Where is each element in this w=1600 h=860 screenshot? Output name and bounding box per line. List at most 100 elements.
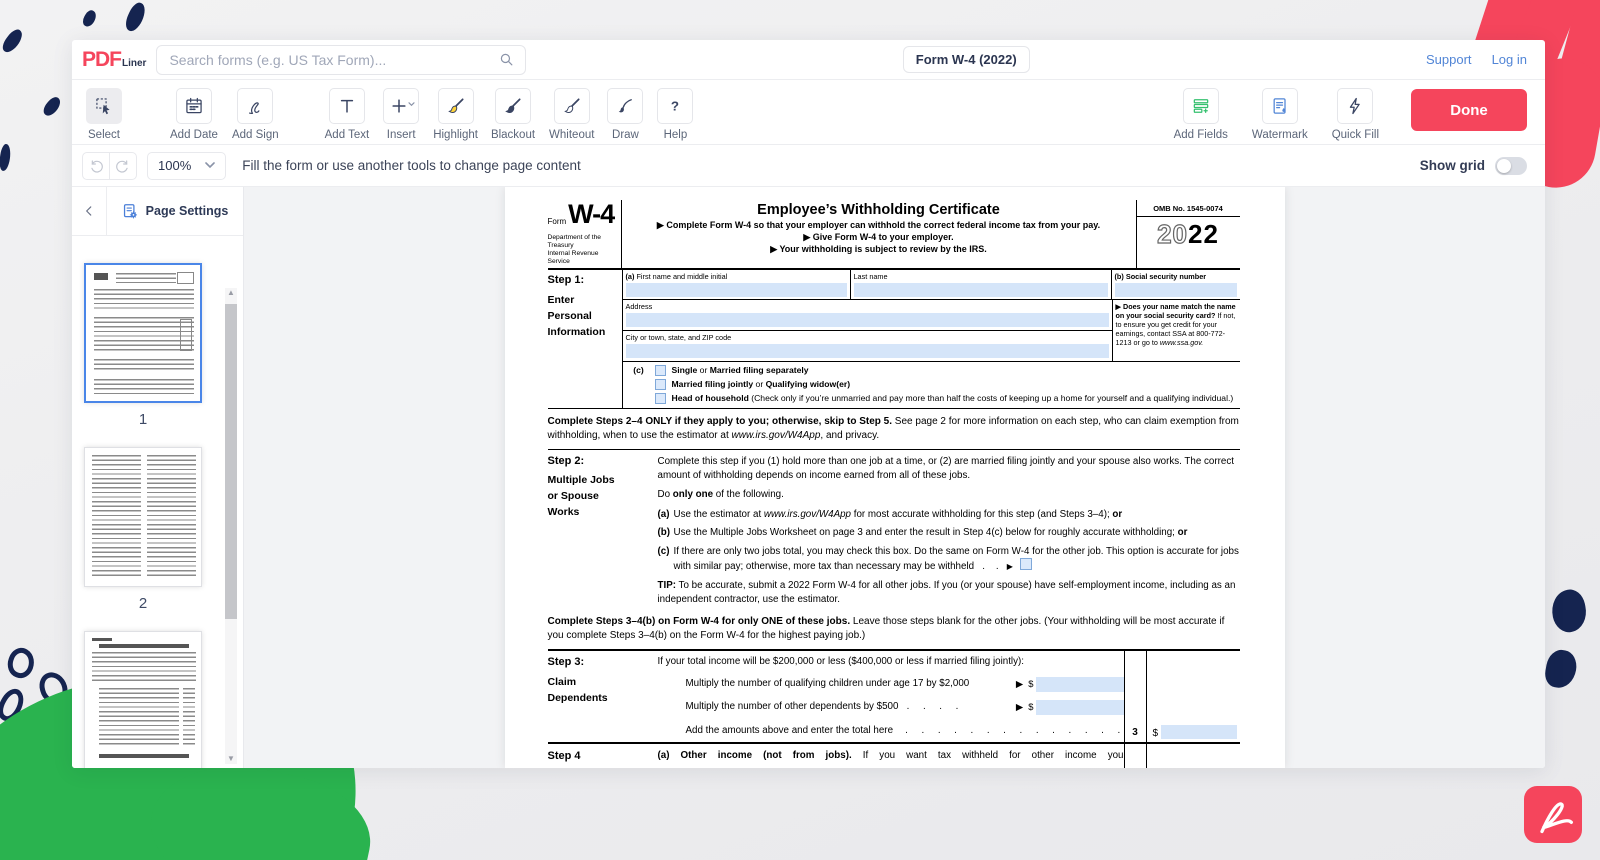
insert-button[interactable]: [383, 88, 419, 124]
first-name-field[interactable]: [626, 283, 847, 297]
other-dependents-amount-field[interactable]: [1036, 700, 1124, 715]
ssn-cell: (b) Social security number: [1112, 270, 1240, 299]
desktop-background: PDF Liner Form W-4 (2022) Support Log in: [0, 0, 1600, 860]
last-name-field[interactable]: [854, 283, 1108, 297]
tool-add-text[interactable]: Add Text: [325, 88, 370, 141]
step4-section: Step 4 (a) Other income (not from jobs).…: [548, 744, 1240, 769]
thumb-decor: [94, 379, 194, 395]
pdfliner-logo[interactable]: PDF Liner: [82, 49, 146, 70]
page-thumbnail-1[interactable]: [84, 263, 202, 403]
quick-fill-button[interactable]: [1337, 88, 1373, 124]
brush-black-icon: [503, 96, 523, 116]
support-link[interactable]: Support: [1426, 52, 1472, 67]
tool-help[interactable]: ? Help: [657, 88, 693, 141]
page-thumbnail-3[interactable]: [84, 631, 202, 768]
search-input[interactable]: [167, 51, 498, 69]
tool-add-sign[interactable]: Add Sign: [232, 88, 279, 141]
select-button[interactable]: [86, 88, 122, 124]
add-fields-button[interactable]: [1183, 88, 1219, 124]
undo-button[interactable]: [82, 152, 110, 180]
search-icon[interactable]: [498, 51, 515, 68]
step1-fields: (a) First name and middle initial Last n…: [623, 270, 1240, 408]
svg-text:?: ?: [671, 99, 679, 114]
single-checkbox[interactable]: [655, 365, 666, 376]
login-link[interactable]: Log in: [1492, 52, 1527, 67]
thumb-decor: [147, 455, 196, 579]
ssn-field[interactable]: [1115, 283, 1237, 297]
step4-body: (a) Other income (not from jobs). If you…: [658, 744, 1124, 769]
sidebar-scrollbar[interactable]: ▲ ▼: [225, 288, 237, 764]
calendar-icon: [184, 96, 204, 116]
scroll-up-arrow[interactable]: ▲: [225, 288, 237, 298]
thumb-decor: [99, 688, 179, 748]
whiteout-button[interactable]: [554, 88, 590, 124]
thumb-decor: [94, 289, 194, 311]
omb-year-block: OMB No. 1545-0074 2022: [1137, 200, 1240, 268]
step3-children-line: Multiply the number of qualifying childr…: [686, 677, 1124, 692]
tool-whiteout[interactable]: Whiteout: [549, 88, 594, 141]
form-title: Employee’s Withholding Certificate: [628, 202, 1130, 218]
city-state-zip-field[interactable]: [626, 344, 1109, 358]
two-jobs-checkbox[interactable]: [1020, 558, 1032, 570]
add-date-button[interactable]: [176, 88, 212, 124]
watermark-button[interactable]: [1262, 88, 1298, 124]
step2-section: Step 2: Multiple Jobs or Spouse Works Co…: [548, 450, 1240, 609]
decor-paint-dab: [41, 95, 64, 119]
blackout-button[interactable]: [495, 88, 531, 124]
qualifying-children-amount-field[interactable]: [1036, 677, 1124, 692]
page-number-label: 2: [84, 587, 202, 631]
decor-doodle-o: [4, 644, 39, 681]
paintbrush-icon: [615, 96, 635, 116]
help-button[interactable]: ?: [657, 88, 693, 124]
tool-add-fields[interactable]: Add Fields: [1174, 88, 1228, 141]
form-number: W-4: [568, 203, 614, 226]
zoom-select[interactable]: 100%: [147, 152, 226, 180]
head-of-household-checkbox[interactable]: [655, 393, 666, 404]
tool-add-date[interactable]: Add Date: [170, 88, 218, 141]
add-text-button[interactable]: [329, 88, 365, 124]
steps24-note: Complete Steps 2–4 ONLY if they apply to…: [548, 409, 1240, 450]
tool-insert[interactable]: Insert: [383, 88, 419, 141]
form-bullet: ▶ Your withholding is subject to review …: [628, 244, 1130, 256]
filing-status-option: Head of household (Check only if you’re …: [655, 393, 1240, 404]
search-box[interactable]: [156, 45, 526, 75]
zoom-value: 100%: [158, 158, 191, 173]
collapse-sidebar-button[interactable]: [72, 187, 107, 235]
step3-total-field[interactable]: [1161, 725, 1236, 739]
page-thumbnail-2[interactable]: [84, 447, 202, 587]
document-page: Form W-4 Department of the Treasury Inte…: [505, 187, 1285, 768]
w4-form: Form W-4 Department of the Treasury Inte…: [548, 200, 1240, 768]
filing-status-option: Single or Married filing separately: [655, 365, 1240, 376]
document-title-badge: Form W-4 (2022): [903, 46, 1030, 73]
scrollbar-thumb[interactable]: [225, 304, 237, 619]
tool-draw[interactable]: Draw: [607, 88, 643, 141]
step4-amount-cell: [1147, 744, 1240, 769]
show-grid-toggle[interactable]: [1495, 157, 1527, 175]
tool-watermark[interactable]: Watermark: [1252, 88, 1308, 141]
sub-toolbar: 100% Fill the form or use another tools …: [72, 145, 1545, 187]
form-year: 2022: [1137, 217, 1240, 249]
first-name-cell: (a) First name and middle initial: [623, 270, 851, 299]
brush-white-icon: [562, 96, 582, 116]
pages-sidebar: Page Settings 1: [72, 187, 244, 768]
step4-line-number-cell: [1124, 744, 1147, 769]
tool-highlight[interactable]: Highlight: [433, 88, 478, 141]
done-button[interactable]: Done: [1411, 89, 1527, 131]
form-header: Form W-4 Department of the Treasury Inte…: [548, 200, 1240, 270]
add-sign-button[interactable]: [237, 88, 273, 124]
tool-blackout[interactable]: Blackout: [491, 88, 535, 141]
tool-quick-fill[interactable]: Quick Fill: [1332, 88, 1379, 141]
draw-button[interactable]: [607, 88, 643, 124]
married-jointly-checkbox[interactable]: [655, 379, 666, 390]
highlight-button[interactable]: [438, 88, 474, 124]
decor-paint-dab: [0, 27, 26, 55]
document-canvas: Form W-4 Department of the Treasury Inte…: [244, 187, 1545, 768]
tool-select[interactable]: Select: [86, 88, 122, 141]
thumb-decor: [99, 754, 189, 758]
redo-button[interactable]: [109, 152, 137, 180]
scroll-down-arrow[interactable]: ▼: [225, 754, 237, 764]
page-settings-button[interactable]: Page Settings: [107, 187, 243, 235]
address-field[interactable]: [626, 313, 1109, 327]
thumb-decor: [94, 273, 108, 280]
main-toolbar: Select Add Date: [72, 80, 1545, 145]
